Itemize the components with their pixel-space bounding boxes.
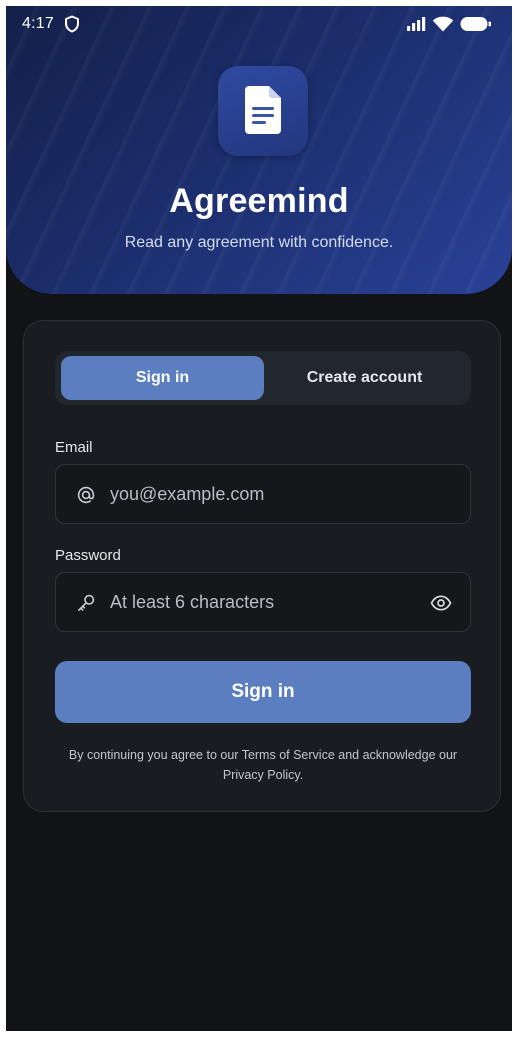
at-sign-icon — [77, 486, 95, 504]
legal-notice: By continuing you agree to our Terms of … — [68, 748, 458, 782]
battery-icon — [460, 17, 491, 31]
auth-mode-toggle: Sign in Create account — [55, 351, 471, 405]
document-icon — [245, 86, 281, 134]
tab-sign-in[interactable]: Sign in — [61, 356, 264, 400]
toggle-password-visibility[interactable] — [430, 592, 452, 614]
phone-screen: 4:17 Agreemind Read any agreement with c… — [6, 6, 512, 1031]
shield-icon — [65, 15, 79, 33]
email-label: Email — [55, 439, 93, 456]
email-field[interactable] — [55, 464, 471, 524]
app-title: Agreemind — [169, 182, 349, 220]
auth-card: Sign in Create account Email Password — [23, 320, 501, 812]
password-label: Password — [55, 547, 121, 564]
status-time: 4:17 — [22, 15, 54, 32]
app-subtitle: Read any agreement with confidence. — [124, 234, 394, 251]
signal-icon — [407, 17, 426, 31]
password-field[interactable] — [55, 572, 471, 632]
key-icon — [78, 594, 95, 611]
email-input[interactable] — [110, 465, 410, 523]
sign-in-button[interactable]: Sign in — [55, 661, 471, 723]
wifi-icon — [432, 16, 454, 32]
app-logo — [218, 66, 308, 156]
status-indicators — [406, 16, 492, 32]
status-bar: 4:17 — [6, 6, 512, 40]
header-hero: 4:17 Agreemind Read any agreement with c… — [6, 6, 512, 294]
password-input[interactable] — [110, 573, 410, 631]
tab-create-account[interactable]: Create account — [264, 356, 465, 400]
eye-icon — [430, 595, 452, 611]
